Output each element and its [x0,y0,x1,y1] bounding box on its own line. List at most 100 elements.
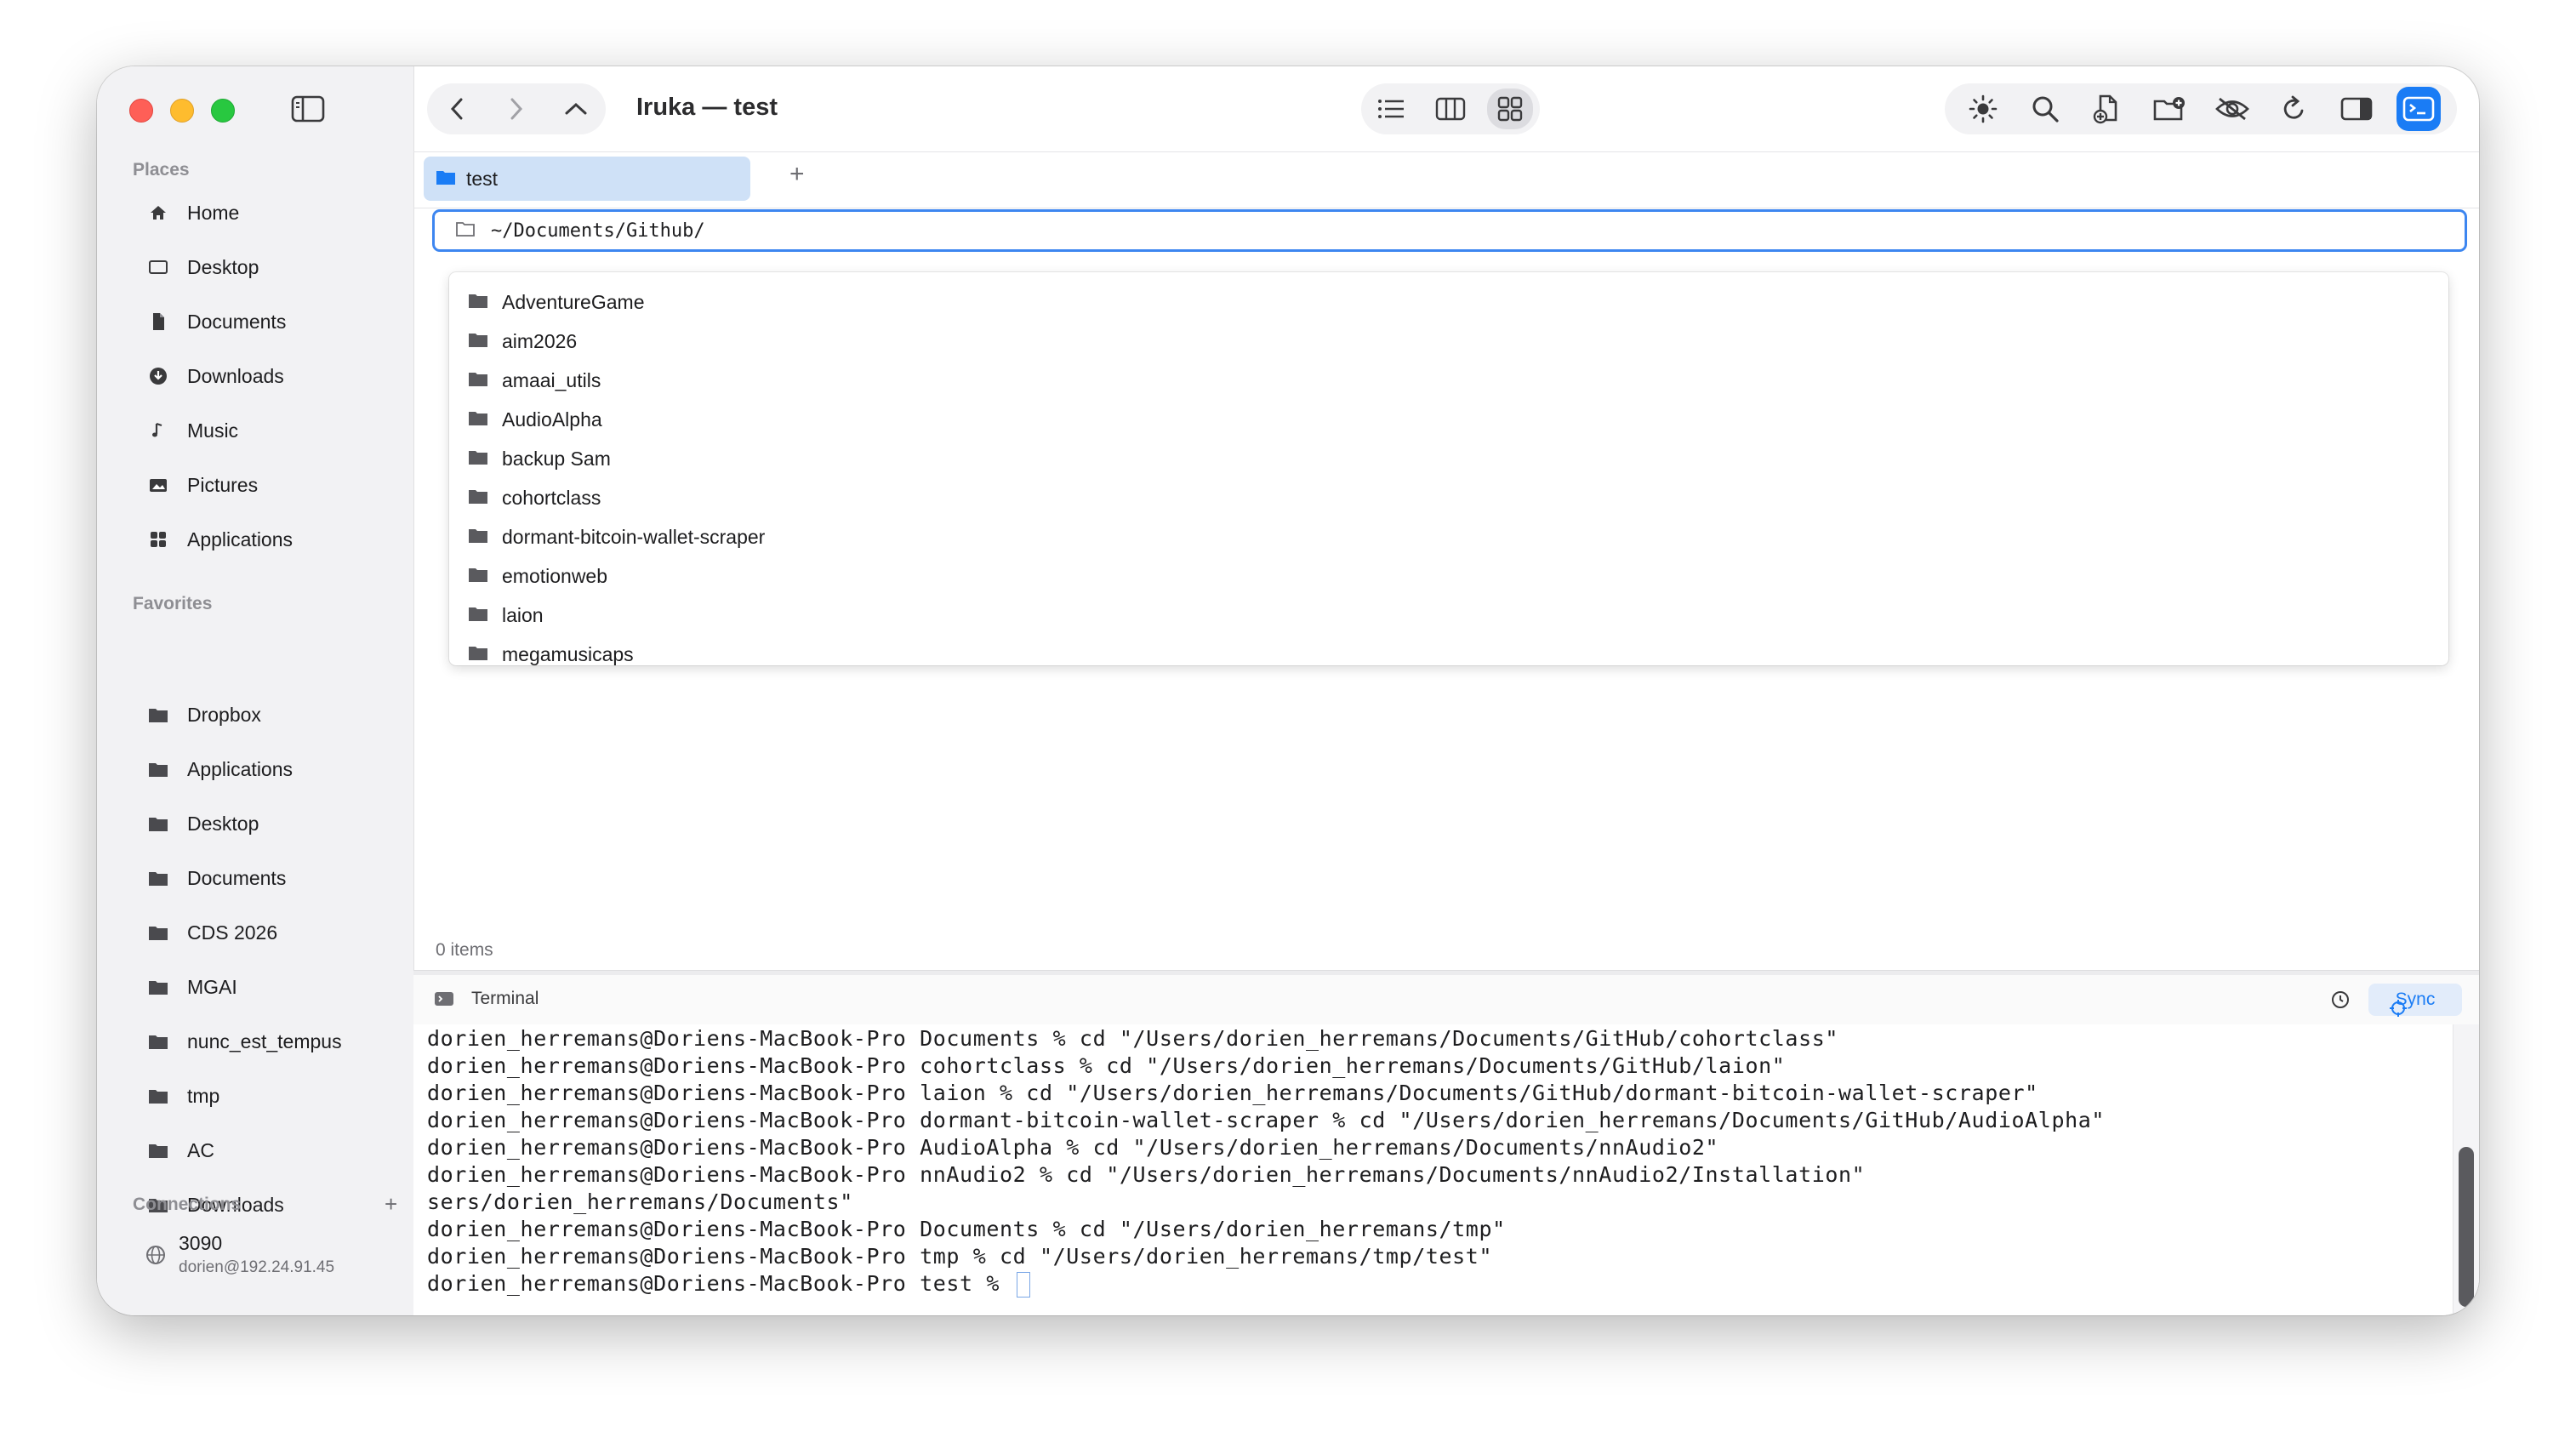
folder-icon [148,813,168,834]
new-file-icon [2093,94,2117,124]
sidebar-favorite-item[interactable]: MGAI [148,965,403,1009]
path-suggestion-item[interactable]: aim2026 [468,322,577,361]
sidebar-favorite-item[interactable]: AC [148,1128,403,1172]
folder-icon [468,566,488,587]
sidebar-favorite-item[interactable]: Dropbox [148,693,403,737]
pictures-icon [148,475,168,495]
zoom-window-button[interactable] [211,99,235,123]
sidebar-favorite-item[interactable]: Documents [148,856,403,900]
sidebar-item-music[interactable]: Music [148,408,403,453]
terminal-line-text: dorien_herremans@Doriens-MacBook-Pro Aud… [427,1135,1719,1160]
sidebar-item-label: Desktop [187,255,259,278]
sidebar-favorite-item[interactable]: Applications [148,747,403,791]
connection-item[interactable]: 3090 dorien@192.24.91.45 [145,1232,334,1277]
clock-icon [2332,991,2349,1008]
suggestion-label: backup Sam [502,447,611,470]
toggle-hidden-files-button[interactable] [2210,87,2254,131]
sidebar-favorite-item[interactable]: Desktop [148,801,403,846]
sidebar-item-label: Home [187,201,240,224]
terminal-line-text: dorien_herremans@Doriens-MacBook-Pro Doc… [427,1026,1839,1051]
terminal-line: dorien_herremans@Doriens-MacBook-Pro lai… [427,1081,2038,1105]
toggle-preview-pane-button[interactable] [2334,87,2379,131]
path-suggestion-item[interactable]: dormant-bitcoin-wallet-scraper [468,517,765,556]
terminal-output[interactable]: dorien_herremans@Doriens-MacBook-Pro Doc… [413,1024,2479,1315]
terminal-title: Terminal [471,989,539,1008]
sidebar-item-desktop[interactable]: Desktop [148,245,403,289]
new-file-button[interactable] [2085,87,2129,131]
list-view-button[interactable] [1368,88,1414,129]
sidebar-item-applications[interactable]: Applications [148,517,403,562]
sidebar-item-label: MGAI [187,975,237,998]
sun-icon [1969,94,1997,123]
path-suggestion-item[interactable]: amaai_utils [468,361,601,400]
folder-icon [468,488,488,509]
sidebar-favorite-item[interactable]: CDS 2026 [148,910,403,955]
column-view-button[interactable] [1428,88,1473,129]
sidebar-toggle-icon[interactable] [289,94,327,124]
path-suggestion-item[interactable]: backup Sam [468,439,611,478]
sidebar-item-downloads[interactable]: Downloads [148,354,403,398]
folder-icon [436,168,456,190]
appearance-button[interactable] [1961,87,2005,131]
terminal-line-text: dorien_herremans@Doriens-MacBook-Pro tes… [427,1271,1013,1296]
path-bar[interactable] [432,209,2467,252]
sidebar-item-label: nunc_est_tempus [187,1029,342,1052]
parent-folder-button[interactable] [559,92,593,126]
sidebar-item-pictures[interactable]: Pictures [148,463,403,507]
minimize-window-button[interactable] [170,99,194,123]
path-suggestion-item[interactable]: laion [468,596,544,635]
path-input[interactable] [491,220,2362,242]
terminal-history-button[interactable] [2328,987,2353,1012]
terminal-line: dorien_herremans@Doriens-MacBook-Pro tmp… [427,1244,1492,1269]
sync-icon [2389,999,2408,1023]
terminal-line: sers/dorien_herremans/Documents" [427,1189,853,1214]
suggestion-label: megamusicaps [502,642,634,665]
grid-view-button[interactable] [1487,88,1533,129]
connections-section-title: Connections [133,1195,242,1214]
suggestion-label: AudioAlpha [502,408,602,431]
close-window-button[interactable] [129,99,153,123]
suggestion-label: emotionweb [502,564,608,587]
path-suggestion-item[interactable]: megamusicaps [468,635,634,674]
folder-icon [468,605,488,626]
refresh-button[interactable] [2272,87,2317,131]
folder-icon [148,1140,168,1161]
suggestion-label: cohortclass [502,486,601,509]
chevron-left-icon [450,98,463,120]
search-button[interactable] [2023,87,2067,131]
folder-icon [468,644,488,665]
suggestion-label: aim2026 [502,329,578,352]
new-folder-button[interactable] [2147,87,2191,131]
path-suggestion-item[interactable]: AudioAlpha [468,400,602,439]
path-suggestion-item[interactable]: emotionweb [468,556,607,596]
tab-test[interactable]: test [424,157,750,201]
sidebar-item-documents[interactable]: Documents [148,299,403,344]
terminal-line-text: dorien_herremans@Doriens-MacBook-Pro nnA… [427,1162,1866,1187]
sidebar-item-home[interactable]: Home [148,191,403,235]
desktop-icon [148,257,168,277]
places-section-title: Places [133,160,190,180]
terminal-line-text: dorien_herremans@Doriens-MacBook-Pro tmp… [427,1244,1493,1269]
add-connection-button[interactable]: + [385,1191,397,1218]
path-suggestion-item[interactable]: cohortclass [468,478,601,517]
toggle-terminal-button[interactable] [2396,87,2442,131]
sidebar-item-label: Applications [187,757,294,780]
sidebar-favorite-item[interactable]: tmp [148,1074,403,1118]
suggestion-label: laion [502,603,544,626]
terminal-line-text: dorien_herremans@Doriens-MacBook-Pro dor… [427,1108,2106,1132]
sidebar-favorite-item[interactable]: nunc_est_tempus [148,1019,403,1064]
forward-button[interactable] [499,92,533,126]
columns-icon [1435,97,1466,121]
back-button[interactable] [440,92,474,126]
window-controls [129,99,235,123]
terminal-line-text: dorien_herremans@Doriens-MacBook-Pro Doc… [427,1217,1506,1241]
grid-icon [1497,96,1523,122]
terminal-scrollbar-thumb[interactable] [2459,1147,2474,1307]
new-tab-button[interactable]: + [789,160,805,189]
sync-button[interactable]: Sync [2368,984,2462,1017]
folder-icon [468,292,488,313]
new-folder-icon [2154,97,2186,121]
path-suggestion-item[interactable]: AdventureGame [468,282,644,322]
navigation-group [427,83,606,134]
list-icon [1378,100,1404,118]
